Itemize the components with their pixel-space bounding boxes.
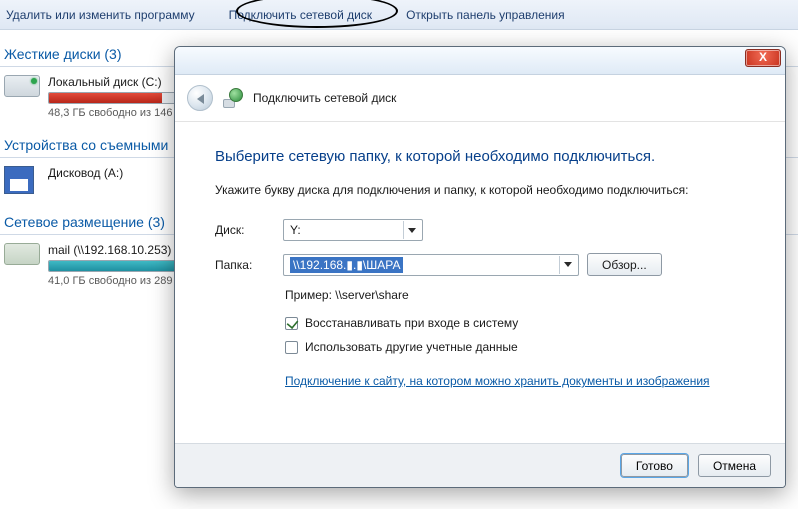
browse-button[interactable]: Обзор... (587, 253, 662, 276)
dialog-title: Подключить сетевой диск (253, 91, 396, 105)
chevron-down-icon (403, 221, 420, 239)
dialog-body: Выберите сетевую папку, к которой необхо… (175, 122, 785, 388)
close-button[interactable]: X (745, 49, 781, 67)
cancel-button[interactable]: Отмена (698, 454, 771, 477)
checkbox-other-creds-label: Использовать другие учетные данные (305, 340, 518, 354)
row-folder: Папка: \\192.168.▮.▮\ШАРА Обзор... (215, 253, 755, 276)
map-drive-dialog: X Подключить сетевой диск Выберите сетев… (174, 46, 786, 488)
connect-to-site-link[interactable]: Подключение к сайту, на котором можно хр… (285, 374, 710, 388)
row-drive: Диск: Y: (215, 219, 755, 241)
drive-letter-select[interactable]: Y: (283, 219, 423, 241)
folder-example: Пример: \\server\share (285, 288, 755, 302)
checkbox-reconnect[interactable] (285, 317, 298, 330)
dialog-heading: Выберите сетевую папку, к которой необхо… (215, 148, 755, 165)
floppy-icon (4, 166, 40, 194)
network-drive-wizard-icon (223, 88, 243, 108)
dialog-instruction: Укажите букву диска для подключения и па… (215, 183, 755, 197)
dialog-header: Подключить сетевой диск (175, 75, 785, 122)
dialog-titlebar: X (175, 47, 785, 75)
toolbar-uninstall[interactable]: Удалить или изменить программу (6, 8, 195, 22)
toolbar-control-panel[interactable]: Открыть панель управления (406, 8, 565, 22)
drive-letter-label: Диск: (215, 223, 275, 237)
checkbox-reconnect-row[interactable]: Восстанавливать при входе в систему (285, 316, 755, 330)
network-drive-icon (4, 243, 40, 271)
chevron-down-icon (559, 256, 576, 274)
dialog-footer: Готово Отмена (175, 443, 785, 487)
folder-path-combo[interactable]: \\192.168.▮.▮\ШАРА (283, 254, 579, 276)
drive-label: Дисковод (A:) (48, 166, 123, 180)
checkbox-other-creds-row[interactable]: Использовать другие учетные данные (285, 340, 755, 354)
done-button[interactable]: Готово (621, 454, 688, 477)
folder-label: Папка: (215, 258, 275, 272)
explorer-toolbar: Удалить или изменить программу Подключит… (0, 0, 798, 30)
checkbox-reconnect-label: Восстанавливать при входе в систему (305, 316, 518, 330)
drive-letter-value: Y: (290, 223, 301, 237)
checkbox-other-creds[interactable] (285, 341, 298, 354)
hdd-icon (4, 75, 40, 103)
folder-path-value: \\192.168.▮.▮\ШАРА (290, 257, 403, 273)
back-button[interactable] (187, 85, 213, 111)
toolbar-map-drive[interactable]: Подключить сетевой диск (229, 8, 372, 22)
